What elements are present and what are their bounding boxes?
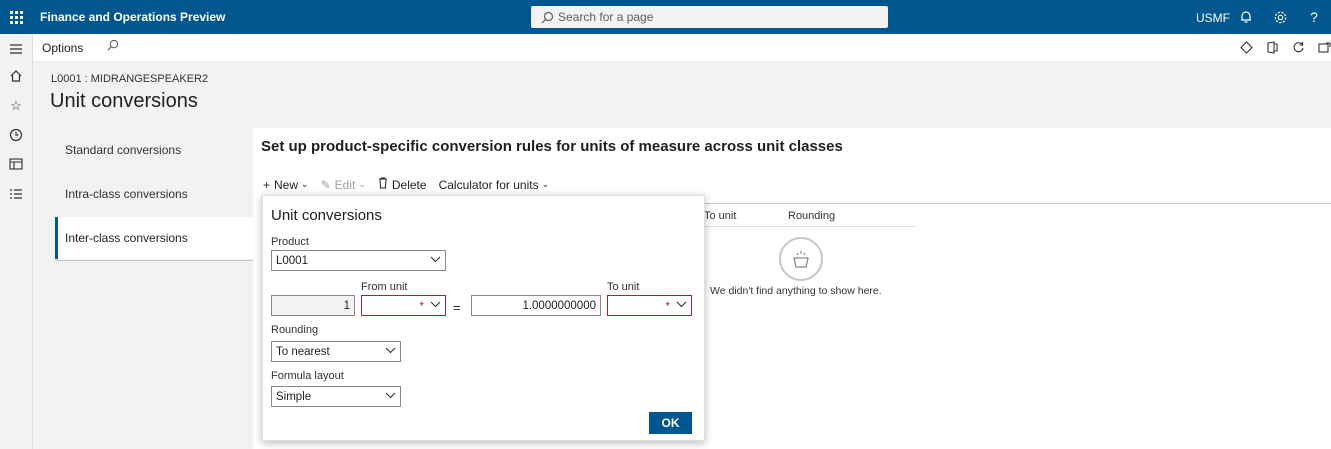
star-icon[interactable]: ☆ (7, 97, 25, 115)
chevron-down-icon (676, 300, 687, 311)
bell-icon[interactable] (1237, 8, 1255, 26)
edit-label: Edit (334, 177, 356, 192)
trash-icon (378, 177, 388, 192)
chevron-down-icon (430, 300, 441, 311)
formula-layout-label: Formula layout (271, 370, 344, 382)
chevron-down-icon (430, 255, 441, 266)
action-pane: Options (33, 34, 1331, 62)
product-select[interactable]: L0001 (271, 250, 446, 271)
from-quantity-field: 1 (271, 295, 355, 316)
delete-button[interactable]: Delete (378, 177, 427, 192)
rounding-select[interactable]: To nearest (271, 341, 401, 362)
edit-button[interactable]: ✎ Edit ⌄ (321, 178, 366, 192)
plus-icon: + (263, 177, 271, 192)
dialog-title: Unit conversions (271, 207, 382, 224)
calculator-label: Calculator for units (438, 177, 539, 192)
rounding-label: Rounding (271, 324, 319, 336)
to-unit-label: To unit (607, 281, 640, 293)
empty-state-message: We didn't find anything to show here. (710, 285, 882, 297)
product-label: Product (271, 236, 309, 248)
open-new-window-icon[interactable] (1317, 40, 1331, 54)
from-unit-label: From unit (361, 281, 408, 293)
subnav-standard-conversions[interactable]: Standard conversions (55, 129, 253, 171)
options-tab[interactable]: Options (42, 41, 83, 55)
chevron-down-icon: ⌄ (541, 179, 550, 189)
grid-toolbar: + New ⌄ ✎ Edit ⌄ Delete Calculator for u… (263, 177, 561, 192)
column-header-rounding[interactable]: Rounding (788, 210, 835, 222)
search-box[interactable]: Search for a page (531, 6, 888, 28)
equals-sign: = (453, 300, 461, 315)
app-title[interactable]: Finance and Operations Preview (40, 10, 225, 24)
new-label: New (274, 177, 299, 192)
chevron-down-icon (385, 346, 396, 357)
search-icon (541, 11, 554, 23)
top-bar: Finance and Operations Preview Search fo… (0, 0, 1331, 34)
empty-state-icon (779, 237, 823, 281)
formula-layout-select[interactable]: Simple (271, 386, 401, 407)
from-quantity-value: 1 (343, 299, 350, 312)
delete-label: Delete (391, 177, 427, 192)
subnav-intra-class-conversions[interactable]: Intra-class conversions (55, 173, 253, 215)
waffle-icon (9, 10, 23, 24)
office-icon[interactable] (1265, 40, 1279, 54)
section-heading: Set up product-specific conversion rules… (261, 138, 843, 155)
app-launcher-button[interactable] (0, 0, 32, 34)
formula-layout-value: Simple (276, 390, 312, 403)
new-button[interactable]: + New ⌄ (263, 178, 309, 192)
gear-icon[interactable] (1271, 8, 1289, 26)
search-placeholder: Search for a page (558, 10, 654, 24)
clock-icon[interactable] (7, 126, 25, 144)
to-unit-select[interactable]: * (607, 295, 692, 316)
help-icon[interactable]: ? (1305, 8, 1323, 26)
conversion-factor-field[interactable]: 1.0000000000 (471, 295, 601, 316)
chevron-down-icon (385, 391, 396, 402)
home-icon[interactable] (7, 67, 25, 85)
calculator-button[interactable]: Calculator for units ⌄ (439, 178, 550, 192)
conversion-factor-value: 1.0000000000 (522, 299, 596, 312)
pencil-icon: ✎ (320, 177, 331, 192)
required-indicator: * (419, 298, 424, 313)
unit-conversions-dialog: Unit conversions Product L0001 From unit… (262, 195, 705, 441)
column-header-divider (693, 226, 915, 227)
subnav-divider (55, 260, 253, 261)
product-value: L0001 (276, 254, 308, 267)
left-navigation: ☆ (0, 34, 33, 449)
action-search-icon[interactable] (107, 39, 119, 54)
ok-button[interactable]: OK (649, 412, 692, 434)
record-caption: L0001 : MIDRANGESPEAKER2 (51, 73, 209, 85)
grid-divider (693, 203, 1331, 204)
refresh-icon[interactable] (1291, 40, 1305, 54)
list-icon[interactable] (7, 185, 25, 203)
chevron-down-icon: ⌄ (301, 179, 309, 189)
workspace-icon[interactable] (7, 155, 25, 173)
rounding-value: To nearest (276, 345, 330, 358)
company-selector[interactable]: USMF (1196, 11, 1230, 25)
chevron-down-icon: ⌄ (358, 179, 366, 189)
column-header-to-unit[interactable]: To unit (704, 210, 736, 222)
subnav-inter-class-conversions[interactable]: Inter-class conversions (55, 217, 253, 259)
diamond-icon[interactable] (1239, 40, 1253, 54)
required-indicator: * (665, 298, 670, 313)
hamburger-icon[interactable] (7, 40, 25, 58)
page-title: Unit conversions (50, 90, 198, 112)
from-unit-select[interactable]: * (361, 295, 446, 316)
